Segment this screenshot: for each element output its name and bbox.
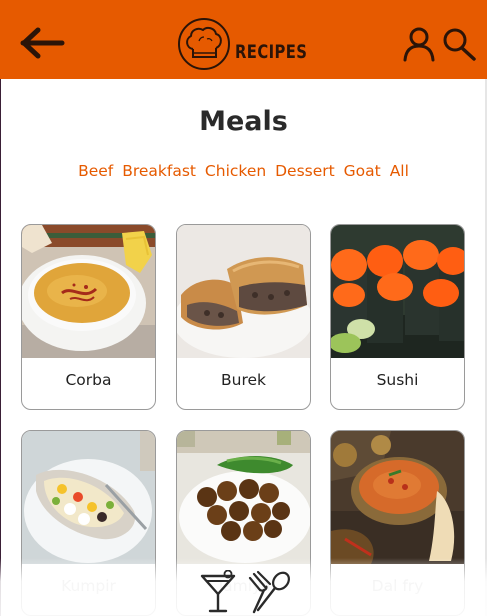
meal-name: Sushi — [376, 371, 419, 389]
meal-image — [22, 431, 155, 564]
user-icon — [403, 27, 435, 62]
user-button[interactable] — [402, 26, 436, 62]
meal-card-burek[interactable]: Burek — [176, 224, 311, 410]
meal-image — [331, 431, 464, 564]
meal-name: Corba — [65, 371, 112, 389]
app-logo[interactable]: RECIPES — [176, 17, 308, 71]
meal-card-dal-fry[interactable]: Dal fry — [330, 430, 465, 616]
left-edge — [0, 79, 1, 616]
filter-chicken[interactable]: Chicken — [205, 162, 266, 180]
meal-card-kumpir[interactable]: Kumpir — [21, 430, 156, 616]
cocktail-glass-icon[interactable] — [198, 570, 238, 614]
page-title: Meals — [199, 106, 288, 137]
fork-spoon-icon[interactable] — [248, 570, 292, 614]
meal-name: Kumpir — [61, 577, 116, 595]
meal-image — [177, 225, 310, 358]
meal-image — [22, 225, 155, 358]
filter-all[interactable]: All — [390, 162, 409, 180]
meal-card-sushi[interactable]: Sushi — [330, 224, 465, 410]
category-filters: Beef Breakfast Chicken Dessert Goat All — [0, 162, 487, 180]
meal-name: Dal fry — [371, 577, 424, 595]
chef-hat-icon — [178, 18, 230, 70]
arrow-left-icon — [20, 27, 65, 59]
app-header: RECIPES — [0, 0, 487, 79]
search-icon — [443, 28, 476, 61]
filter-dessert[interactable]: Dessert — [275, 162, 335, 180]
filter-breakfast[interactable]: Breakfast — [122, 162, 196, 180]
meal-image — [331, 225, 464, 358]
filter-goat[interactable]: Goat — [344, 162, 381, 180]
logo-text: RECIPES — [235, 41, 308, 63]
meal-card-corba[interactable]: Corba — [21, 224, 156, 410]
back-button[interactable] — [20, 26, 66, 60]
meal-image — [177, 431, 310, 564]
bottom-nav — [198, 570, 294, 616]
filter-beef[interactable]: Beef — [78, 162, 113, 180]
search-button[interactable] — [441, 27, 477, 61]
meal-name: Burek — [220, 371, 266, 389]
